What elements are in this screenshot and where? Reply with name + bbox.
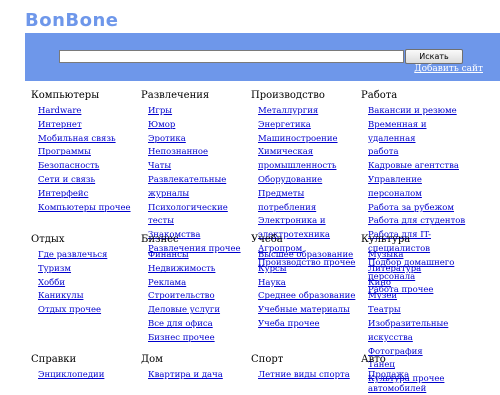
category-links: Hardware Интернет Мобильная связь Програ… [31,103,139,213]
category-link[interactable]: Среднее образование [258,291,355,301]
category-link[interactable]: Игры [148,106,172,116]
category-title: Работа [361,90,398,101]
category-link[interactable]: Сети и связь [38,175,95,185]
category-link[interactable]: Химическая [258,147,313,157]
category-link[interactable]: Энциклопедии [38,370,104,380]
category-link[interactable]: Строительство [148,291,215,301]
category-link[interactable]: Бизнес прочее [148,333,215,343]
category-link[interactable]: Интернет [38,120,82,130]
category-link[interactable]: Хобби [38,278,65,288]
category-link[interactable]: Оборудование [258,175,322,185]
category-link[interactable]: Энергетика [258,120,311,130]
category-links: Где развлечься Туризм Хобби Каникулы Отд… [31,247,139,316]
category-link[interactable]: Чаты [148,161,171,171]
category-reference: Справки Энциклопедии [31,353,139,381]
category-link[interactable]: Литература [368,264,421,274]
category-home: Дом Квартира и дача [141,353,249,381]
category-link[interactable]: Мобильная связь [38,134,116,144]
category-link[interactable]: искусства [368,333,413,343]
category-link[interactable]: Металлургия [258,106,318,116]
category-links: Энциклопедии [31,367,139,381]
category-link[interactable]: Психологические тесты [148,203,228,227]
category-link[interactable]: Временная и удаленная [368,120,427,144]
category-link[interactable]: Финансы [148,250,189,260]
category-link[interactable]: Кино [368,278,391,288]
category-link[interactable]: Предметы потребления [258,189,316,213]
category-links: Финансы Недвижимость Реклама Строительст… [141,247,249,344]
category-link[interactable]: Учеба прочее [258,319,320,329]
category-link[interactable]: промышленность [258,161,336,171]
category-title: Развлечения [141,90,210,101]
category-link[interactable]: Все для офиса [148,319,213,329]
add-site-link[interactable]: Добавить сайт [414,64,483,74]
search-input[interactable] [59,50,404,63]
category-links: Квартира и дача [141,367,249,381]
category-link[interactable]: Учебные материалы [258,305,350,315]
category-link[interactable]: Летние виды спорта [258,370,350,380]
category-title: Компьютеры [31,90,100,101]
category-link[interactable]: Компьютеры прочее [38,203,131,213]
category-link[interactable]: Программы [38,147,91,157]
category-link[interactable]: Управление персоналом [368,175,422,199]
category-title: Бизнес [141,234,179,245]
category-link[interactable]: Эротика [148,134,186,144]
category-link[interactable]: Театры [368,305,401,315]
category-title: Спорт [251,354,284,365]
category-link[interactable]: Каникулы [38,291,83,301]
category-links: Высшее образование Курсы Наука Среднее о… [251,247,359,330]
category-link[interactable]: Работа для студентов [368,216,465,226]
category-title: Отдых [31,234,65,245]
category-link[interactable]: Hardware [38,106,81,116]
category-link[interactable]: Отдых прочее [38,305,101,315]
category-link[interactable]: Музыка [368,250,404,260]
category-link[interactable]: Работа за рубежом [368,203,454,213]
category-education: Учеба Высшее образование Курсы Наука Сре… [251,233,359,330]
category-link[interactable]: Курсы [258,264,287,274]
category-link[interactable]: Электроника и [258,216,326,226]
category-link[interactable]: Машиностроение [258,134,338,144]
category-leisure: Отдых Где развлечься Туризм Хобби Канику… [31,233,139,316]
category-links: Летние виды спорта [251,367,359,381]
category-link[interactable]: Юмор [148,120,175,130]
category-title: Дом [141,354,163,365]
category-entertainment: Развлечения Игры Юмор Эротика Непознанно… [141,89,249,255]
category-link[interactable]: работа [368,147,399,157]
category-link[interactable]: Недвижимость [148,264,215,274]
category-link[interactable]: Деловые услуги [148,305,220,315]
category-link[interactable]: Развлекательные [148,175,226,185]
category-link[interactable]: Вакансии и резюме [368,106,457,116]
category-title: Справки [31,354,77,365]
category-link[interactable]: Квартира и дача [148,370,223,380]
category-title: Культура [361,234,411,245]
search-bar-band: Искать Добавить сайт [25,33,500,81]
site-logo[interactable]: BonBone [25,10,119,31]
category-title: Авто [361,354,386,365]
category-title: Учеба [251,234,283,245]
category-auto: Авто Продажа автомобилей [361,353,469,395]
category-link[interactable]: Безопасность [38,161,99,171]
category-link[interactable]: Изобразительные [368,319,448,329]
category-link[interactable]: Интерфейс [38,189,88,199]
category-link[interactable]: Высшее образование [258,250,353,260]
category-link[interactable]: Реклама [148,278,186,288]
category-link[interactable]: Наука [258,278,286,288]
category-link[interactable]: Кадровые агентства [368,161,459,171]
category-computers: Компьютеры Hardware Интернет Мобильная с… [31,89,139,213]
category-sport: Спорт Летние виды спорта [251,353,359,381]
category-link[interactable]: журналы [148,189,189,199]
category-business: Бизнес Финансы Недвижимость Реклама Стро… [141,233,249,344]
category-link[interactable]: Непознанное [148,147,208,157]
category-link[interactable]: Музеи [368,291,397,301]
category-links: Игры Юмор Эротика Непознанное Чаты Развл… [141,103,249,255]
category-links: Продажа автомобилей [361,367,469,395]
category-link[interactable]: Где развлечься [38,250,107,260]
search-button[interactable]: Искать [405,49,463,64]
category-link[interactable]: Туризм [38,264,71,274]
category-title: Производство [251,90,325,101]
category-link[interactable]: Продажа автомобилей [368,370,426,394]
